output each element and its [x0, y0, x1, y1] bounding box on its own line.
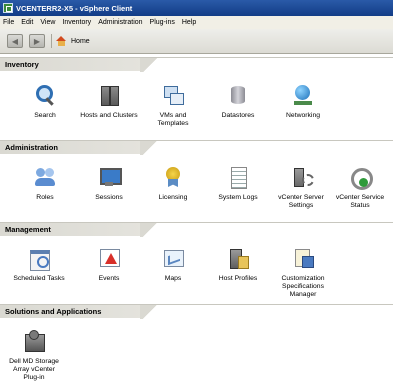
item-label: Datastores — [221, 112, 255, 119]
admin-item-licensing[interactable]: Licensing — [140, 166, 206, 202]
datastores-icon — [227, 84, 249, 106]
mgmt-item-customization[interactable]: Customization Specifications Manager — [270, 247, 336, 299]
item-label: Maps — [164, 275, 182, 282]
vcenter-settings-icon — [290, 166, 314, 188]
dell-storage-icon — [23, 330, 45, 352]
section-header-management: Management — [0, 222, 393, 237]
mgmt-item-host-profiles[interactable]: Host Profiles — [205, 247, 271, 283]
admin-item-roles[interactable]: Roles — [12, 166, 78, 202]
item-label: Roles — [36, 194, 54, 201]
section-title: Inventory — [5, 60, 39, 69]
scheduled-tasks-icon — [28, 247, 50, 271]
item-label: Hosts and Clusters — [80, 112, 138, 119]
section-title: Solutions and Applications — [5, 307, 102, 316]
item-label: System Logs — [218, 194, 258, 201]
item-label: Search — [34, 112, 56, 119]
navigation-toolbar: ◀ ▶ Home — [0, 29, 393, 54]
forward-arrow-icon: ▶ — [33, 36, 41, 46]
item-label: Licensing — [158, 194, 188, 201]
solutions-item-dell-storage[interactable]: Dell MD Storage Array vCenter Plug-in — [6, 330, 62, 382]
breadcrumb-label: Home — [71, 37, 90, 45]
admin-item-system-logs[interactable]: System Logs — [205, 166, 271, 202]
item-label: Scheduled Tasks — [13, 275, 65, 282]
item-label: Customization Specifications Manager — [281, 275, 325, 298]
item-label: VMs and Templates — [157, 112, 189, 127]
search-icon — [34, 84, 56, 106]
section-title: Administration — [5, 143, 58, 152]
vsphere-app-icon — [3, 3, 13, 13]
forward-button[interactable]: ▶ — [29, 34, 45, 48]
roles-icon — [34, 166, 56, 188]
home-content: Inventory Search Hosts and Clusters VMs … — [0, 54, 393, 382]
customization-icon — [292, 247, 314, 269]
inventory-item-search[interactable]: Search — [12, 84, 78, 120]
mgmt-item-scheduled-tasks[interactable]: Scheduled Tasks — [6, 247, 72, 283]
title-bar: VCENTERR2-X5 - vSphere Client — [0, 0, 393, 16]
item-label: Networking — [286, 112, 320, 119]
mgmt-item-maps[interactable]: Maps — [140, 247, 206, 283]
item-label: Sessions — [95, 194, 123, 201]
inventory-item-vms-templates[interactable]: VMs and Templates — [140, 84, 206, 128]
menu-view[interactable]: View — [40, 19, 55, 26]
toolbar-divider — [51, 34, 52, 48]
menu-plugins[interactable]: Plug-ins — [150, 19, 175, 26]
menu-edit[interactable]: Edit — [21, 19, 33, 26]
system-logs-icon — [227, 166, 249, 189]
breadcrumb-home[interactable]: Home — [56, 36, 90, 46]
inventory-item-datastores[interactable]: Datastores — [205, 84, 271, 120]
hosts-clusters-icon — [98, 84, 120, 106]
section-header-administration: Administration — [0, 140, 393, 155]
admin-item-vcenter-status[interactable]: vCenter Service Status — [327, 166, 393, 210]
item-label: vCenter Service Status — [335, 194, 385, 209]
host-profiles-icon — [227, 247, 249, 269]
section-header-inventory: Inventory — [0, 57, 393, 72]
menu-administration[interactable]: Administration — [98, 19, 142, 26]
section-title: Management — [5, 225, 51, 234]
inventory-item-networking[interactable]: Networking — [270, 84, 336, 120]
inventory-item-hosts-clusters[interactable]: Hosts and Clusters — [76, 84, 142, 120]
sessions-icon — [98, 166, 122, 188]
menu-inventory[interactable]: Inventory — [62, 19, 91, 26]
item-label: Dell MD Storage Array vCenter Plug-in — [9, 358, 59, 381]
mgmt-item-events[interactable]: Events — [76, 247, 142, 283]
window-title: VCENTERR2-X5 - vSphere Client — [16, 3, 133, 13]
admin-item-vcenter-settings[interactable]: vCenter Server Settings — [268, 166, 334, 210]
menu-bar: File Edit View Inventory Administration … — [0, 16, 393, 29]
section-header-solutions: Solutions and Applications — [0, 304, 393, 319]
vcenter-status-icon — [349, 166, 373, 190]
menu-help[interactable]: Help — [182, 19, 196, 26]
item-label: Host Profiles — [218, 275, 258, 282]
vms-templates-icon — [162, 84, 184, 106]
networking-icon — [292, 84, 314, 106]
maps-icon — [162, 247, 184, 269]
menu-file[interactable]: File — [3, 19, 14, 26]
item-label: Events — [98, 275, 120, 282]
admin-item-sessions[interactable]: Sessions — [76, 166, 142, 202]
back-button[interactable]: ◀ — [7, 34, 23, 48]
home-icon — [56, 36, 67, 46]
events-icon — [98, 247, 120, 269]
item-label: vCenter Server Settings — [278, 194, 324, 209]
licensing-icon — [162, 166, 184, 188]
back-arrow-icon: ◀ — [11, 36, 19, 46]
